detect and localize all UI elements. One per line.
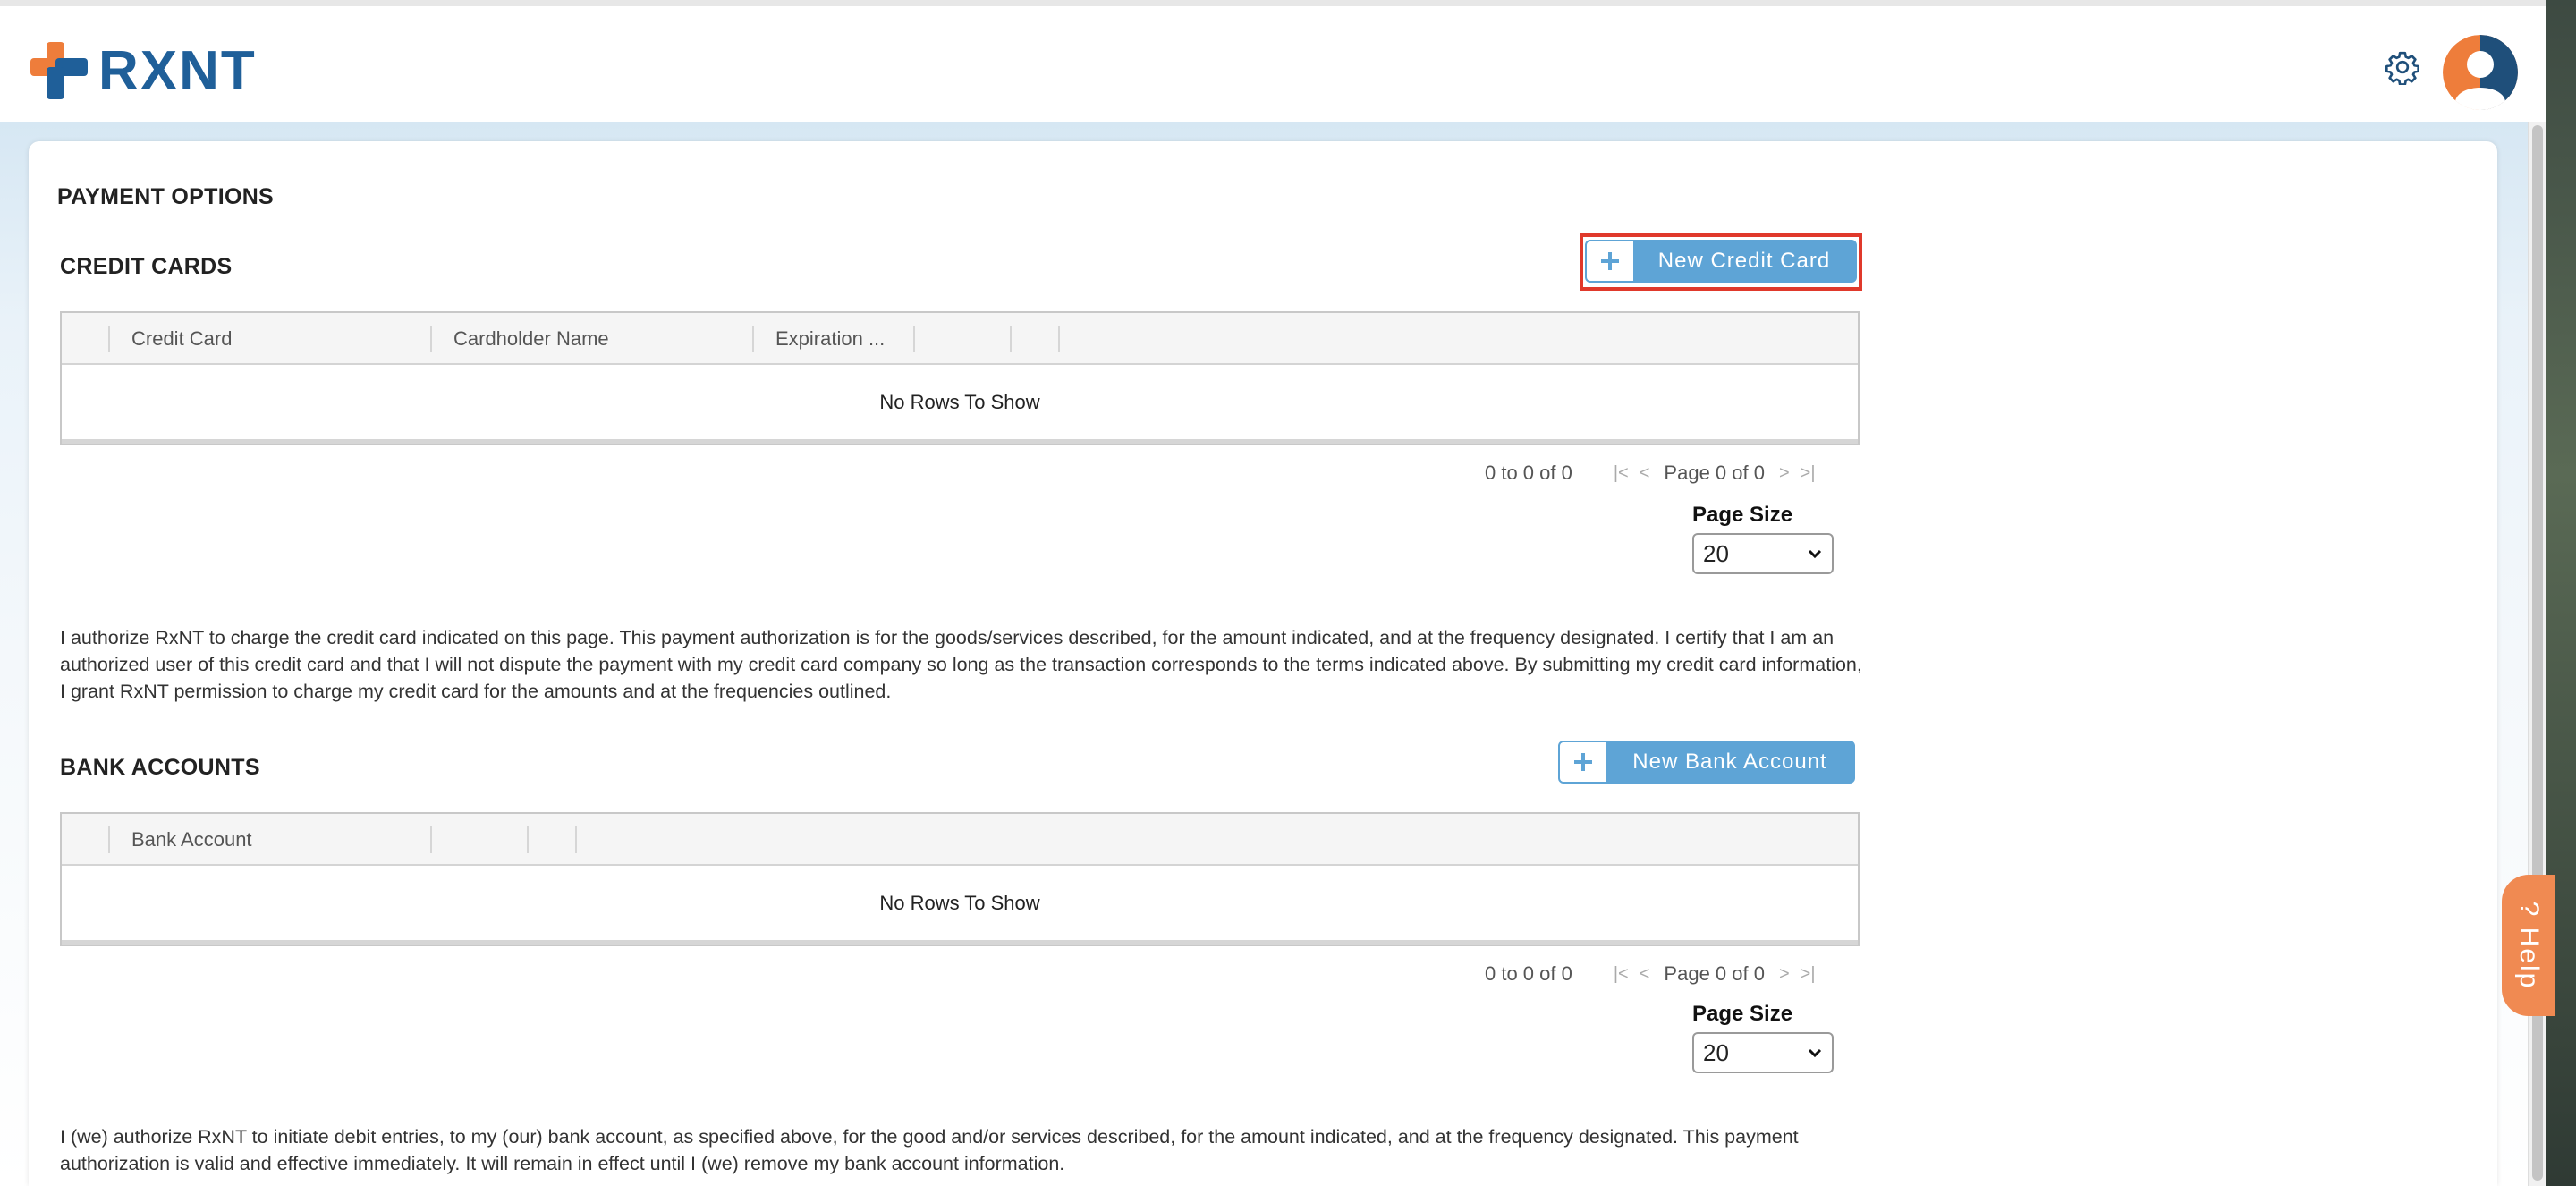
pager-page-text: Page 0 of 0	[1664, 962, 1765, 985]
user-avatar-icon[interactable]	[2443, 35, 2518, 110]
next-page-icon[interactable]: >	[1779, 964, 1790, 985]
column-separator	[430, 826, 432, 853]
column-header-bank-account[interactable]: Bank Account	[131, 814, 252, 866]
bank-accounts-grid: Bank Account No Rows To Show	[60, 812, 1860, 946]
last-page-icon[interactable]: >|	[1801, 964, 1816, 985]
gear-icon[interactable]	[2385, 49, 2420, 85]
column-separator	[527, 826, 529, 853]
logo-text: RXNT	[98, 39, 257, 102]
column-separator	[575, 826, 577, 853]
payment-options-card: PAYMENT OPTIONS CREDIT CARDS New Credit …	[29, 141, 2497, 1186]
credit-card-authorization-text: I authorize RxNT to charge the credit ca…	[60, 627, 1862, 702]
new-bank-account-button[interactable]: New Bank Account	[1558, 741, 1855, 784]
chevron-down-icon	[1808, 1048, 1822, 1058]
bank-account-authorization-text: I (we) authorize RxNT to initiate debit …	[60, 1126, 1799, 1174]
page-size-select[interactable]: 20	[1692, 533, 1834, 574]
grid-empty-message: No Rows To Show	[62, 866, 1858, 945]
last-page-icon[interactable]: >|	[1801, 463, 1816, 484]
previous-page-icon[interactable]: <	[1640, 463, 1650, 484]
column-header-cardholder-name[interactable]: Cardholder Name	[453, 313, 609, 365]
top-border	[0, 0, 2576, 6]
column-header-expiration[interactable]: Expiration ...	[775, 313, 885, 365]
bank-accounts-pager: 0 to 0 of 0 |< < Page 0 of 0 > >|	[1485, 962, 1821, 986]
credit-cards-pager: 0 to 0 of 0 |< < Page 0 of 0 > >|	[1485, 462, 1821, 485]
page-title: PAYMENT OPTIONS	[57, 184, 275, 209]
page-size-label: Page Size	[1692, 503, 1793, 527]
rxnt-logo[interactable]: RXNT	[29, 37, 257, 105]
plus-icon	[1587, 241, 1633, 281]
new-bank-account-label: New Bank Account	[1632, 750, 1827, 774]
scrollbar-thumb[interactable]	[2532, 125, 2543, 1181]
column-separator	[1010, 326, 1012, 352]
column-separator	[430, 326, 432, 352]
column-separator	[752, 326, 754, 352]
plus-icon	[1560, 742, 1606, 782]
page-size-select[interactable]: 20	[1692, 1032, 1834, 1073]
credit-cards-grid: Credit Card Cardholder Name Expiration .…	[60, 311, 1860, 445]
bank-accounts-title: BANK ACCOUNTS	[60, 755, 260, 780]
pager-summary: 0 to 0 of 0	[1485, 962, 1572, 985]
rxnt-cross-logo-icon	[30, 42, 88, 99]
grid-empty-message: No Rows To Show	[62, 365, 1858, 444]
credit-cards-title: CREDIT CARDS	[60, 254, 233, 279]
grid-header: Credit Card Cardholder Name Expiration .…	[62, 313, 1858, 365]
chevron-down-icon	[1808, 549, 1822, 559]
column-header-credit-card[interactable]: Credit Card	[131, 313, 232, 365]
pager-page-text: Page 0 of 0	[1664, 462, 1765, 484]
app-header: RXNT	[0, 6, 2546, 122]
column-separator	[1058, 326, 1060, 352]
next-page-icon[interactable]: >	[1779, 463, 1790, 484]
column-separator	[913, 326, 915, 352]
column-separator	[108, 326, 110, 352]
help-label[interactable]: ? Help	[2513, 902, 2544, 990]
page-size-value: 20	[1703, 539, 1729, 567]
page-size-label: Page Size	[1692, 1002, 1793, 1026]
grid-header: Bank Account	[62, 814, 1858, 866]
new-credit-card-label: New Credit Card	[1657, 249, 1831, 273]
page-scrollbar[interactable]	[2528, 122, 2546, 1186]
new-credit-card-button[interactable]: New Credit Card	[1585, 240, 1857, 283]
previous-page-icon[interactable]: <	[1640, 964, 1650, 985]
first-page-icon[interactable]: |<	[1614, 964, 1629, 985]
column-separator	[108, 826, 110, 853]
page-size-value: 20	[1703, 1038, 1729, 1066]
pager-summary: 0 to 0 of 0	[1485, 462, 1572, 484]
first-page-icon[interactable]: |<	[1614, 463, 1629, 484]
